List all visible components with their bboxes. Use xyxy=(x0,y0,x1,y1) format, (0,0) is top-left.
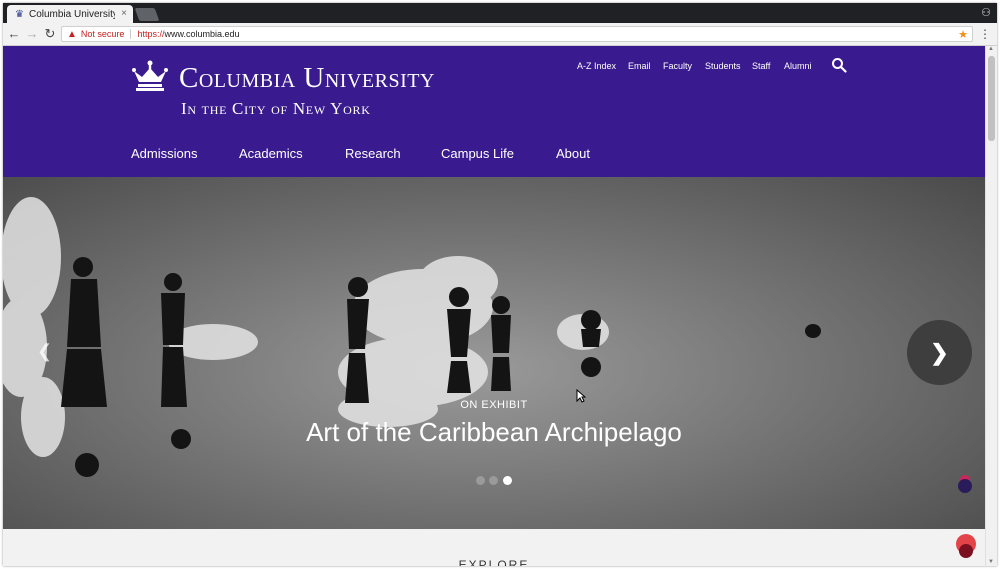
university-subtitle-text: In the City of New York xyxy=(181,99,371,118)
reload-icon[interactable]: ↻ xyxy=(43,26,57,42)
browser-window: ♛ Columbia University × ⚇ ← → ↻ ▲ Not se… xyxy=(3,3,997,566)
explore-heading: EXPLORE xyxy=(458,558,530,566)
chat-icon[interactable] xyxy=(958,475,972,493)
tab-close-icon[interactable]: × xyxy=(121,8,127,19)
next-slide-button[interactable]: ❯ xyxy=(907,320,972,385)
back-arrow-icon[interactable]: ← xyxy=(7,26,21,41)
university-subtitle: In the City of New York xyxy=(181,99,371,119)
not-secure-label[interactable]: Not secure xyxy=(81,29,125,39)
feedback-button-inner xyxy=(959,544,973,558)
warning-icon: ▲ xyxy=(67,28,77,40)
divider xyxy=(130,29,132,39)
utility-link-email[interactable]: Email xyxy=(628,61,651,71)
slide-indicator-2[interactable] xyxy=(489,476,498,485)
url-scheme: https:// xyxy=(137,29,165,39)
chevron-left-icon[interactable]: ❮ xyxy=(37,341,52,362)
incognito-icon: ⚇ xyxy=(981,7,991,19)
menu-icon[interactable]: ⋮ xyxy=(979,27,991,41)
browser-tab[interactable]: ♛ Columbia University × xyxy=(7,5,133,23)
slide-headline[interactable]: Art of the Caribbean Archipelago xyxy=(3,417,985,448)
chevron-right-icon: ❯ xyxy=(930,339,949,365)
browser-toolbar: ← → ↻ ▲ Not secure https:// www.columbia… xyxy=(3,23,997,46)
favicon-crown-icon: ♛ xyxy=(15,8,24,20)
hero-carousel[interactable]: ❮ ❯ ON EXHIBIT Art of the Caribbean Arch… xyxy=(3,177,985,529)
scrollbar-thumb[interactable] xyxy=(988,56,995,141)
url-host: www.columbia.edu xyxy=(164,29,240,39)
utility-link-staff[interactable]: Staff xyxy=(752,61,770,71)
slide-indicator-3[interactable] xyxy=(503,476,512,485)
mouse-cursor-icon xyxy=(576,389,586,403)
slide-indicator-1[interactable] xyxy=(476,476,485,485)
utility-link-az-index[interactable]: A-Z Index xyxy=(577,61,616,71)
utility-link-students[interactable]: Students xyxy=(705,61,741,71)
nav-academics[interactable]: Academics xyxy=(239,146,303,161)
new-tab-button[interactable] xyxy=(134,8,160,21)
page-scrollbar[interactable]: ▲ ▼ xyxy=(985,46,997,566)
forward-arrow-icon[interactable]: → xyxy=(25,26,39,41)
university-name[interactable]: Columbia University xyxy=(179,62,435,95)
crown-logo-icon[interactable] xyxy=(131,60,169,92)
nav-research[interactable]: Research xyxy=(345,146,401,161)
scroll-down-icon[interactable]: ▼ xyxy=(988,559,994,565)
slide-eyebrow: ON EXHIBIT xyxy=(460,399,528,411)
utility-link-faculty[interactable]: Faculty xyxy=(663,61,692,71)
address-bar[interactable]: ▲ Not secure https:// www.columbia.edu ★ xyxy=(61,26,973,42)
utility-link-alumni[interactable]: Alumni xyxy=(784,61,812,71)
nav-campus-life[interactable]: Campus Life xyxy=(441,146,514,161)
search-icon[interactable] xyxy=(831,57,847,73)
tab-title: Columbia University xyxy=(28,8,115,20)
tab-strip: ♛ Columbia University × ⚇ xyxy=(3,3,997,23)
university-name-text: Columbia University xyxy=(179,62,435,94)
star-icon[interactable]: ★ xyxy=(958,28,968,41)
scroll-up-icon[interactable]: ▲ xyxy=(988,46,994,52)
nav-about[interactable]: About xyxy=(556,146,590,161)
nav-admissions[interactable]: Admissions xyxy=(131,146,197,161)
